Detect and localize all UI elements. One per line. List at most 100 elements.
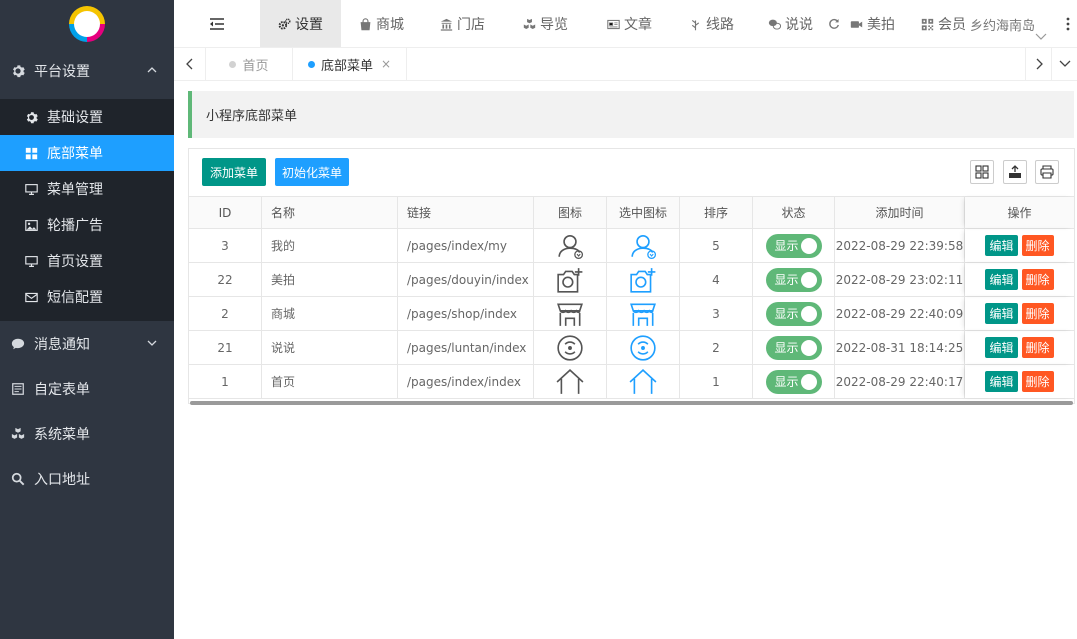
- delete-button[interactable]: 删除: [1021, 337, 1054, 358]
- cell-selected-icon: [607, 297, 680, 330]
- edit-button[interactable]: 编辑: [985, 269, 1018, 290]
- column-filter-button[interactable]: [970, 160, 994, 184]
- cell-link: /pages/index/index: [398, 365, 534, 398]
- sidebar-group-platform-settings[interactable]: 平台设置: [0, 48, 174, 93]
- sidebar-group-system-menu[interactable]: 系统菜单: [0, 411, 174, 456]
- logo[interactable]: [0, 0, 174, 48]
- indent-icon: [210, 18, 224, 30]
- topnav-item-guide[interactable]: 导览: [523, 0, 568, 47]
- chevron-down-icon: [147, 340, 157, 346]
- init-menu-button[interactable]: 初始化菜单: [275, 158, 349, 186]
- delete-button[interactable]: 删除: [1021, 371, 1054, 392]
- sidebar-group-label: 入口地址: [34, 471, 90, 488]
- table-body: 3 我的 /pages/index/my 5 显示 2022-08-29 22:…: [189, 229, 1074, 399]
- topnav-item-routes[interactable]: 线路: [689, 0, 734, 47]
- column-header-id[interactable]: ID: [189, 197, 262, 228]
- sidebar-item-bottom-menu[interactable]: 底部菜单: [0, 135, 174, 171]
- delete-button[interactable]: 删除: [1021, 303, 1054, 324]
- topnav-item-label: 会员: [938, 17, 966, 33]
- status-switch[interactable]: 显示: [765, 301, 822, 326]
- tab-scroll-right-button[interactable]: [1025, 48, 1051, 80]
- topnav-item-members[interactable]: 会员: [921, 0, 966, 47]
- sidebar-group-entry-url[interactable]: 入口地址: [0, 456, 174, 501]
- tab-home[interactable]: 首页: [206, 48, 293, 80]
- delete-button[interactable]: 删除: [1021, 269, 1054, 290]
- column-header-icon[interactable]: 图标: [534, 197, 607, 228]
- cell-actions: 编辑 删除: [965, 297, 1074, 330]
- topnav-item-settings[interactable]: 设置: [260, 0, 341, 47]
- column-header-time[interactable]: 添加时间: [835, 197, 965, 228]
- add-menu-button[interactable]: 添加菜单: [202, 158, 266, 186]
- edit-button[interactable]: 编辑: [985, 235, 1018, 256]
- house-icon: [629, 368, 657, 394]
- sidebar-item-label: 短信配置: [47, 290, 103, 306]
- sidebar-group-notifications[interactable]: 消息通知: [0, 321, 174, 366]
- topnav-item-label: 设置: [295, 17, 323, 33]
- columns-icon: [975, 165, 989, 179]
- logo-image: [69, 6, 105, 42]
- qrcode-icon: [921, 18, 934, 30]
- cell-link: /pages/luntan/index: [398, 331, 534, 364]
- sidebar-group-label: 消息通知: [34, 336, 90, 353]
- status-switch[interactable]: 显示: [765, 369, 822, 394]
- sidebar-toggle-button[interactable]: [210, 0, 224, 47]
- topnav-item-meipai[interactable]: 美拍: [850, 0, 895, 47]
- camera-plus-icon: [557, 267, 583, 293]
- switch-knob: [800, 339, 817, 356]
- table-header-row: ID 名称 链接 图标 选中图标 排序 状态 添加时间 操作: [189, 196, 1074, 229]
- print-button[interactable]: [1035, 160, 1059, 184]
- column-header-sort[interactable]: 排序: [680, 197, 753, 228]
- table-row: 2 商城 /pages/shop/index 3 显示 2022-08-29 2…: [189, 297, 1074, 331]
- status-switch[interactable]: 显示: [765, 233, 822, 258]
- column-header-actions[interactable]: 操作: [965, 197, 1074, 228]
- page-title: 小程序底部菜单: [188, 91, 1074, 138]
- site-selector[interactable]: 乡约海南岛: [970, 0, 1035, 47]
- tab-label: 首页: [242, 58, 269, 74]
- close-icon[interactable]: ×: [381, 57, 391, 71]
- cell-name: 首页: [262, 365, 398, 398]
- column-header-link[interactable]: 链接: [398, 197, 534, 228]
- tab-actions-dropdown[interactable]: [1051, 48, 1077, 80]
- sidebar-item-menu-management[interactable]: 菜单管理: [0, 171, 174, 207]
- cell-actions: 编辑 删除: [965, 331, 1074, 364]
- column-header-name[interactable]: 名称: [262, 197, 398, 228]
- edit-button[interactable]: 编辑: [985, 371, 1018, 392]
- cubes-icon: [523, 18, 536, 29]
- status-switch[interactable]: 显示: [765, 335, 822, 360]
- image-icon: [25, 219, 38, 231]
- more-vertical-icon[interactable]: [1065, 16, 1071, 32]
- chevron-down-icon: [1035, 33, 1047, 40]
- topnav-item-label: 文章: [624, 17, 652, 33]
- cell-link: /pages/douyin/index: [398, 263, 534, 296]
- tab-bottom-menu[interactable]: 底部菜单 ×: [293, 48, 407, 80]
- export-button[interactable]: [1003, 160, 1027, 184]
- newspaper-icon: [607, 19, 620, 29]
- horizontal-scrollbar[interactable]: [190, 401, 1073, 405]
- topnav-item-store[interactable]: 门店: [440, 0, 485, 47]
- delete-button[interactable]: 删除: [1021, 235, 1054, 256]
- sidebar-item-carousel-ads[interactable]: 轮播广告: [0, 207, 174, 243]
- sidebar-group-label: 系统菜单: [34, 426, 90, 443]
- cell-time: 2022-08-29 23:02:11: [835, 263, 965, 296]
- refresh-button[interactable]: [828, 0, 840, 47]
- edit-button[interactable]: 编辑: [985, 303, 1018, 324]
- topnav-item-moments[interactable]: 说说: [768, 0, 813, 47]
- column-header-status[interactable]: 状态: [753, 197, 835, 228]
- cell-sort: 5: [680, 229, 753, 262]
- column-header-selected-icon[interactable]: 选中图标: [607, 197, 680, 228]
- sidebar-group-custom-forms[interactable]: 自定表单: [0, 366, 174, 411]
- cell-time: 2022-08-29 22:40:17: [835, 365, 965, 398]
- tab-scroll-left-button[interactable]: [174, 48, 206, 80]
- status-switch[interactable]: 显示: [765, 267, 822, 292]
- monitor-icon: [25, 255, 38, 267]
- topnav-item-articles[interactable]: 文章: [607, 0, 652, 47]
- sidebar-group-label: 自定表单: [34, 381, 90, 398]
- topnav-item-mall[interactable]: 商城: [359, 0, 404, 47]
- edit-button[interactable]: 编辑: [985, 337, 1018, 358]
- sidebar-item-homepage-settings[interactable]: 首页设置: [0, 243, 174, 279]
- cell-id: 1: [189, 365, 262, 398]
- sidebar-item-sms-config[interactable]: 短信配置: [0, 279, 174, 315]
- sidebar-item-basic-settings[interactable]: 基础设置: [0, 99, 174, 135]
- cell-name: 说说: [262, 331, 398, 364]
- refresh-icon: [829, 18, 839, 29]
